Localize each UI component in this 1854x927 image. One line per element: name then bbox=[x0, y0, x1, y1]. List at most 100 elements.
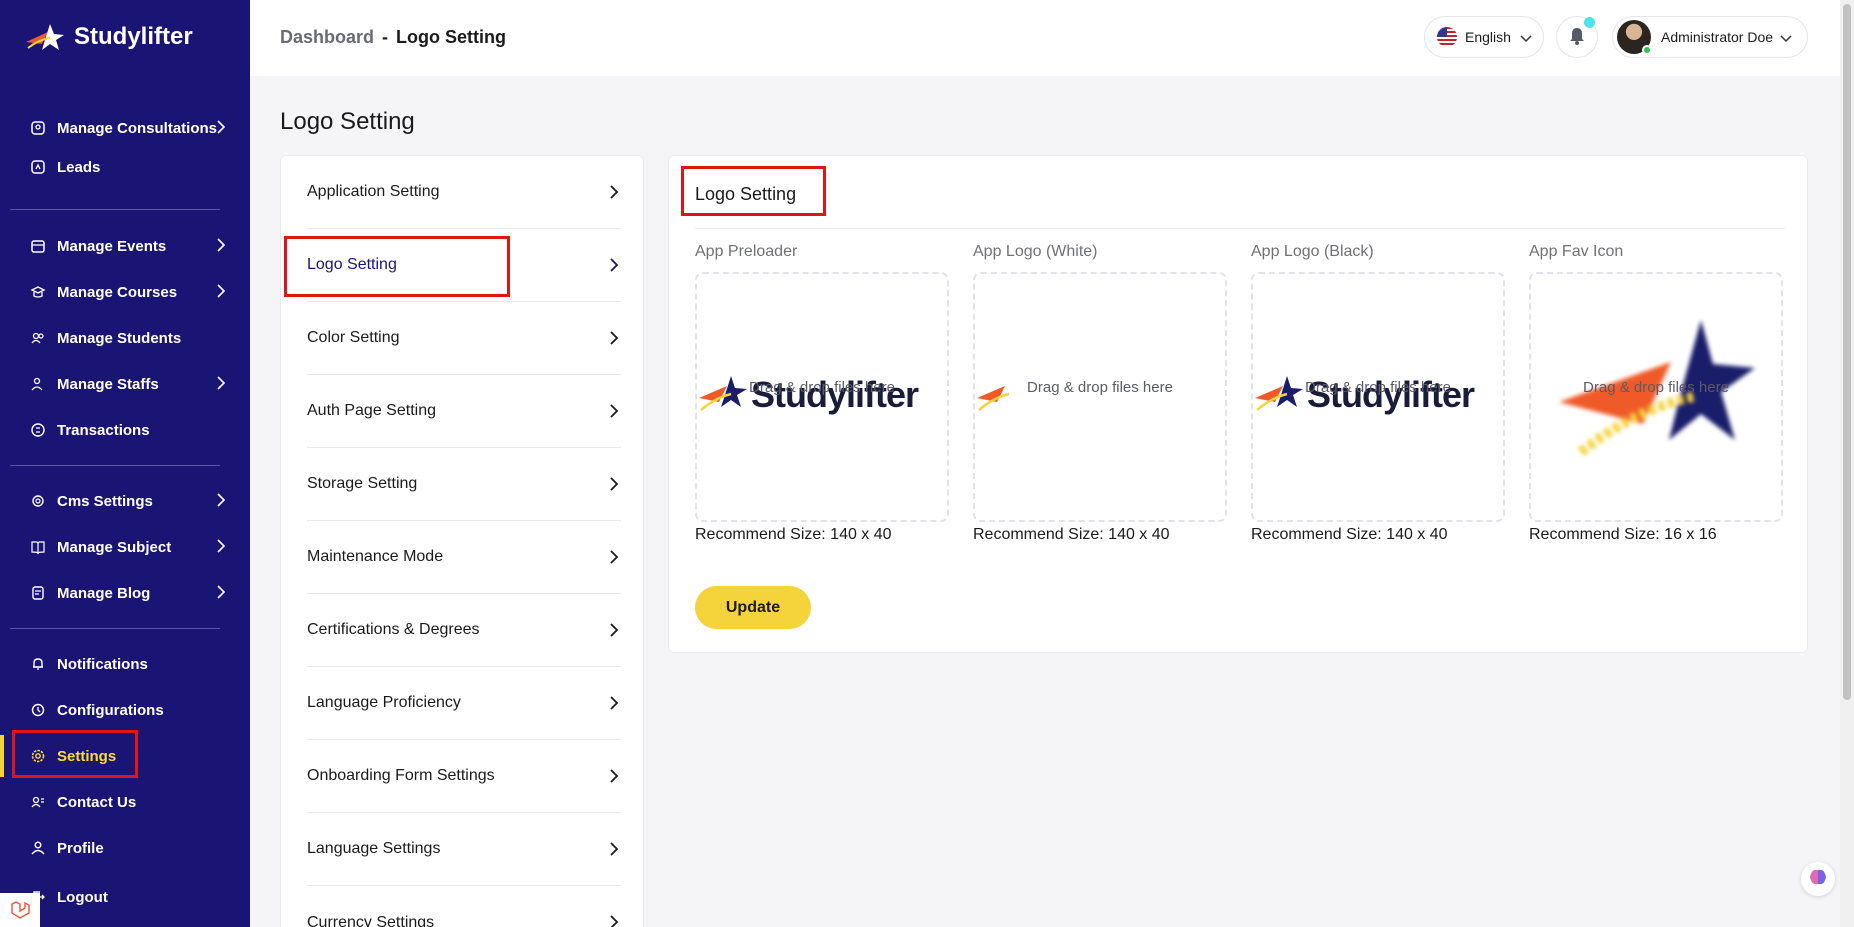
dropzone-app-logo-black[interactable]: Studylifter Drag & drop files here bbox=[1251, 272, 1505, 522]
upload-app-logo-black: App Logo (Black) Studylifter Drag & drop… bbox=[1251, 241, 1505, 544]
sidebar-item-label: Logout bbox=[57, 888, 108, 906]
settings-menu-item-language-proficiency[interactable]: Language Proficiency bbox=[307, 667, 621, 740]
upload-label: App Fav Icon bbox=[1529, 243, 1624, 260]
update-button[interactable]: Update bbox=[695, 586, 811, 629]
sidebar-item-manage-events[interactable]: Manage Events bbox=[10, 226, 238, 266]
upload-app-logo-white: App Logo (White) Studylifter Drag & drop… bbox=[973, 241, 1227, 544]
notification-button[interactable] bbox=[1556, 16, 1598, 58]
sidebar-item-manage-consultations[interactable]: Manage Consultations bbox=[10, 108, 238, 148]
sidebar-item-notifications[interactable]: Notifications bbox=[10, 644, 238, 684]
menu-item-label: Auth Page Setting bbox=[307, 402, 436, 419]
menu-item-label: Application Setting bbox=[307, 183, 440, 200]
chevron-right-icon bbox=[609, 403, 619, 424]
recommend-size: Recommend Size: 16 x 16 bbox=[1529, 526, 1717, 543]
calendar-icon bbox=[28, 238, 48, 254]
sidebar-item-label: Manage Subject bbox=[57, 538, 172, 556]
settings-menu-item-maintenance[interactable]: Maintenance Mode bbox=[307, 521, 621, 594]
settings-menu-item-application[interactable]: Application Setting bbox=[307, 156, 621, 229]
sidebar-item-label: Configurations bbox=[57, 701, 164, 719]
settings-menu-item-auth-page[interactable]: Auth Page Setting bbox=[307, 375, 621, 448]
language-selector[interactable]: English bbox=[1424, 16, 1544, 58]
chevron-right-icon bbox=[216, 538, 226, 558]
settings-menu-item-storage[interactable]: Storage Setting bbox=[307, 448, 621, 521]
breadcrumb-current: Logo Setting bbox=[396, 27, 507, 47]
sidebar-item-manage-students[interactable]: Manage Students bbox=[10, 318, 238, 358]
settings-menu-item-onboarding-form[interactable]: Onboarding Form Settings bbox=[307, 740, 621, 813]
recommend-size: Recommend Size: 140 x 40 bbox=[1251, 526, 1448, 543]
menu-item-label: Language Settings bbox=[307, 840, 441, 857]
sidebar-item-profile[interactable]: Profile bbox=[10, 828, 238, 868]
dropzone-app-fav-icon[interactable]: Drag & drop files here bbox=[1529, 272, 1783, 522]
settings-menu-item-currency[interactable]: Currency Settings bbox=[307, 886, 621, 927]
breadcrumb: Dashboard - Logo Setting bbox=[280, 27, 506, 48]
menu-item-label: Storage Setting bbox=[307, 475, 418, 492]
chevron-right-icon bbox=[609, 841, 619, 862]
recommend-size: Recommend Size: 140 x 40 bbox=[973, 526, 1170, 543]
sidebar-item-manage-subject[interactable]: Manage Subject bbox=[10, 527, 238, 567]
sidebar-divider bbox=[10, 209, 220, 210]
courses-icon bbox=[28, 284, 48, 300]
chevron-right-icon bbox=[609, 257, 619, 278]
dropzone-hint: Drag & drop files here bbox=[1583, 379, 1729, 396]
book-icon bbox=[28, 539, 48, 555]
breadcrumb-dashboard[interactable]: Dashboard bbox=[280, 27, 374, 47]
dropzone-hint: Drag & drop files here bbox=[749, 379, 895, 396]
menu-item-label: Certifications & Degrees bbox=[307, 621, 480, 638]
menu-item-label: Currency Settings bbox=[307, 913, 435, 927]
highlight-box bbox=[284, 236, 510, 297]
chevron-right-icon bbox=[609, 330, 619, 351]
highlight-box bbox=[12, 730, 138, 778]
chevron-right-icon bbox=[609, 695, 619, 716]
chevron-right-icon bbox=[609, 768, 619, 789]
sidebar-item-logout[interactable]: Logout bbox=[10, 877, 238, 917]
laravel-debug-icon[interactable] bbox=[0, 893, 40, 927]
consultation-icon bbox=[28, 120, 48, 136]
bell-icon bbox=[1568, 25, 1586, 50]
sidebar-item-manage-staffs[interactable]: Manage Staffs bbox=[10, 364, 238, 404]
breadcrumb-separator: - bbox=[382, 27, 389, 47]
user-menu[interactable]: Administrator Doe bbox=[1612, 16, 1808, 58]
dropzone-app-logo-white[interactable]: Studylifter Drag & drop files here bbox=[973, 272, 1227, 522]
sidebar-item-label: Notifications bbox=[57, 655, 148, 673]
settings-menu-item-language-settings[interactable]: Language Settings bbox=[307, 813, 621, 886]
sidebar-item-label: Leads bbox=[57, 158, 101, 176]
leads-icon bbox=[28, 159, 48, 175]
transactions-icon bbox=[28, 422, 48, 438]
chevron-right-icon bbox=[609, 549, 619, 570]
menu-item-label: Onboarding Form Settings bbox=[307, 767, 495, 784]
language-label: English bbox=[1465, 29, 1511, 45]
staff-icon bbox=[28, 376, 48, 392]
brand-logo[interactable]: Studylifter bbox=[24, 20, 193, 54]
sidebar-item-label: Profile bbox=[57, 839, 104, 857]
sidebar-item-contact-us[interactable]: Contact Us bbox=[10, 782, 238, 822]
sidebar-item-cms-settings[interactable]: Cms Settings bbox=[10, 481, 238, 521]
sidebar-item-leads[interactable]: Leads bbox=[10, 147, 238, 187]
sidebar-divider bbox=[10, 465, 220, 466]
settings-menu-item-certifications[interactable]: Certifications & Degrees bbox=[307, 594, 621, 667]
dropzone-app-preloader[interactable]: Studylifter Drag & drop files here bbox=[695, 272, 949, 522]
page-scrollbar[interactable] bbox=[1840, 0, 1854, 927]
upload-label: App Logo (White) bbox=[973, 243, 1098, 260]
sidebar-item-manage-courses[interactable]: Manage Courses bbox=[10, 272, 238, 312]
active-indicator bbox=[0, 735, 4, 777]
sidebar-item-label: Manage Staffs bbox=[57, 375, 159, 393]
favicon-preview bbox=[1559, 320, 1755, 456]
students-icon bbox=[28, 330, 48, 346]
sidebar-item-transactions[interactable]: Transactions bbox=[10, 410, 238, 450]
chevron-right-icon bbox=[216, 119, 226, 139]
chevron-right-icon bbox=[216, 375, 226, 395]
sidebar-item-manage-blog[interactable]: Manage Blog bbox=[10, 573, 238, 613]
settings-menu-item-color[interactable]: Color Setting bbox=[307, 302, 621, 375]
sidebar-item-label: Cms Settings bbox=[57, 492, 153, 510]
sidebar-item-label: Manage Events bbox=[57, 237, 167, 255]
scrollbar-thumb[interactable] bbox=[1843, 4, 1851, 700]
chevron-right-icon bbox=[216, 283, 226, 303]
sidebar-item-label: Manage Blog bbox=[57, 584, 151, 602]
sidebar-item-label: Transactions bbox=[57, 421, 150, 439]
assistant-button[interactable] bbox=[1801, 862, 1835, 896]
upload-label: App Preloader bbox=[695, 243, 798, 260]
chevron-right-icon bbox=[609, 476, 619, 497]
sidebar-item-configurations[interactable]: Configurations bbox=[10, 690, 238, 730]
upload-app-fav-icon: App Fav Icon Drag & drop files here Reco… bbox=[1529, 241, 1783, 544]
chevron-right-icon bbox=[609, 184, 619, 205]
